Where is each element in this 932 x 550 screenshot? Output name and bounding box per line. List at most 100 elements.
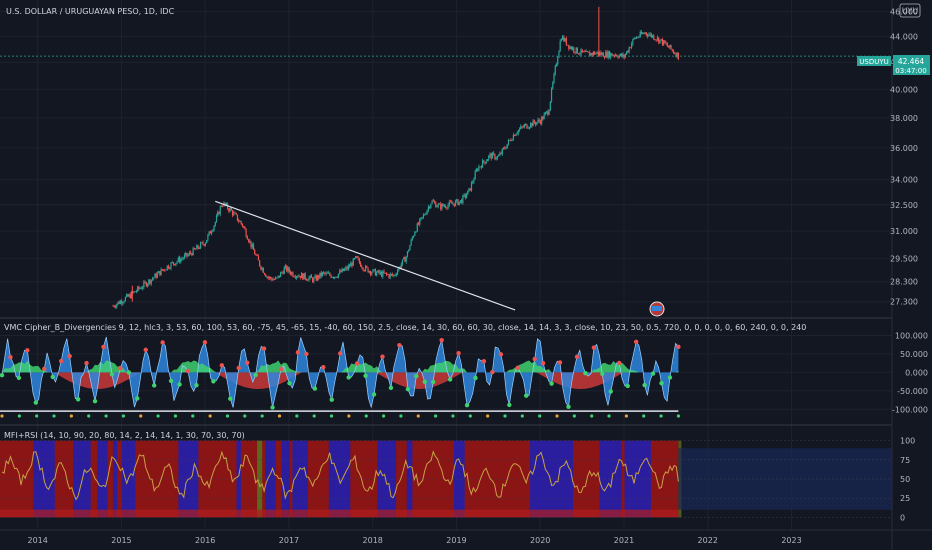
candle-body <box>165 269 167 271</box>
cipher-cross-dot <box>481 359 487 364</box>
candle-body <box>489 153 491 156</box>
candle-body <box>552 82 554 89</box>
candle-body <box>318 275 320 279</box>
candle-body <box>161 269 163 271</box>
candle-body <box>219 206 221 215</box>
candle-body <box>127 294 129 297</box>
candle-body <box>213 225 215 230</box>
candle-body <box>379 271 381 274</box>
candle-body <box>374 269 377 276</box>
candle-body <box>622 54 624 57</box>
candle-body <box>403 257 405 260</box>
candle-body <box>194 249 197 250</box>
candle-body <box>287 267 289 272</box>
candle-body <box>511 140 513 141</box>
candle-body <box>463 194 465 196</box>
candle-body <box>378 270 380 274</box>
candle-body <box>401 259 404 265</box>
candle-body <box>509 139 511 141</box>
candle-body <box>320 272 322 277</box>
candle-body <box>330 275 332 278</box>
cipher-cross-dot <box>8 355 13 360</box>
candle-body <box>451 202 453 204</box>
candle-body <box>288 267 290 272</box>
cipher-signal-dot <box>659 414 663 418</box>
candle-body <box>207 234 209 241</box>
candle-body <box>376 272 378 276</box>
cipher-cross-dot <box>397 342 402 348</box>
candle-body <box>477 169 479 171</box>
candle-body <box>654 39 656 41</box>
candle-body <box>649 33 651 35</box>
candle-body <box>294 276 296 278</box>
time-axis-label: 2017 <box>279 536 299 545</box>
cipher-signal-dot <box>607 414 611 418</box>
cipher-signal-dot <box>520 414 524 418</box>
cipher-cross-dot <box>278 366 284 372</box>
candle-body <box>138 286 140 289</box>
candle-body <box>553 73 555 83</box>
time-axis-label: 2014 <box>28 536 48 545</box>
cipher-cross-dot <box>84 360 89 366</box>
currency-badge[interactable]: UYU <box>899 3 921 18</box>
candle-body <box>342 268 344 271</box>
cipher-signal-dot <box>139 414 143 418</box>
candle-body <box>249 240 251 242</box>
flag-icon[interactable] <box>649 301 665 317</box>
cipher-signal-dot <box>104 414 108 418</box>
time-axis-label: 2018 <box>363 536 383 545</box>
candle-body <box>212 229 214 232</box>
cipher-cross-dot <box>354 361 360 366</box>
candle-body <box>493 152 495 155</box>
symbol-title: U.S. DOLLAR / URUGUAYAN PESO, 1D, IDC <box>6 7 175 16</box>
cipher-cross-dot <box>135 396 140 401</box>
candle-body <box>208 231 210 235</box>
cipher-signal-dot <box>0 414 4 418</box>
candle-body <box>220 205 223 207</box>
cipher-signal-dot <box>17 414 21 418</box>
candle-body <box>393 275 395 276</box>
candle-body <box>542 116 544 120</box>
candle-body <box>339 270 341 274</box>
candle-body <box>633 37 635 40</box>
cipher-cross-dot <box>118 366 123 371</box>
candle-body <box>667 46 670 48</box>
candle-body <box>332 277 335 278</box>
candle-body <box>427 206 429 211</box>
candle-body <box>384 272 386 274</box>
candle-body <box>410 239 412 246</box>
cipher-indicator-title[interactable]: VMC Cipher_B_Divergencies 9, 12, hlc3, 3… <box>4 323 806 332</box>
candle-body <box>563 36 565 42</box>
candle-body <box>270 277 272 279</box>
candle-body <box>446 207 448 209</box>
candle-body <box>121 300 123 304</box>
tradingview-chart[interactable]: U.S. DOLLAR / URUGUAYAN PESO, 1D, IDC VM… <box>0 0 932 550</box>
candle-body <box>430 203 432 208</box>
mfi-blue-band <box>265 440 276 518</box>
candle-body <box>674 52 676 54</box>
candle-body <box>590 53 592 56</box>
candle-body <box>601 52 603 55</box>
mfi-blue-band <box>453 440 465 518</box>
cipher-cross-dot <box>75 397 81 402</box>
candle-body <box>310 275 312 278</box>
mfi-rsi-indicator-title[interactable]: MFI+RSI (14, 10, 90, 20, 80, 14, 2, 14, … <box>4 431 245 440</box>
candle-body <box>413 235 415 238</box>
candle-body <box>344 269 346 271</box>
candle-body <box>266 276 268 278</box>
mfi-axis-label: 50 <box>900 475 910 484</box>
cipher-cross-dot <box>126 370 132 375</box>
candle-body <box>565 38 567 45</box>
candle-body <box>526 124 528 129</box>
cipher-axis-label: 0.000 <box>905 368 928 377</box>
candle-body <box>326 272 328 274</box>
cipher-cross-dot <box>642 382 647 388</box>
candle-body <box>602 52 604 57</box>
candle-body <box>671 49 673 51</box>
candle-body <box>396 270 399 275</box>
candle-body <box>603 56 606 58</box>
candle-body <box>456 199 458 201</box>
candle-body <box>183 255 186 259</box>
candle-body <box>574 51 576 53</box>
candle-body <box>167 265 170 269</box>
